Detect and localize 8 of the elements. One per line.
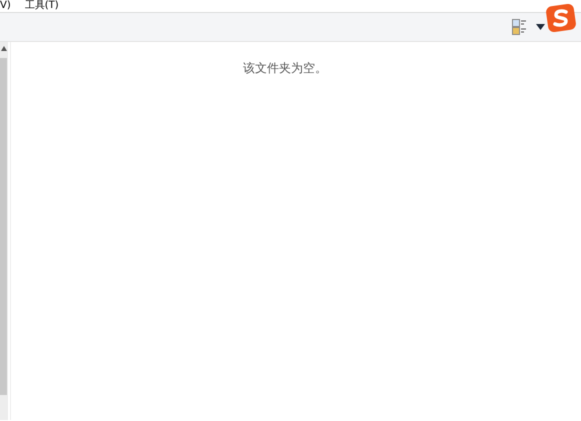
empty-folder-message: 该文件夹为空。 [243, 60, 327, 75]
scrollbar[interactable] [0, 42, 8, 420]
menu-item[interactable]: V) [0, 0, 11, 12]
view-options-icon[interactable] [512, 19, 528, 35]
dropdown-icon[interactable] [536, 24, 545, 30]
scrollbar-thumb[interactable] [0, 58, 7, 395]
scroll-up-icon[interactable] [1, 46, 7, 51]
menu-item[interactable]: 工具(T) [24, 0, 59, 12]
